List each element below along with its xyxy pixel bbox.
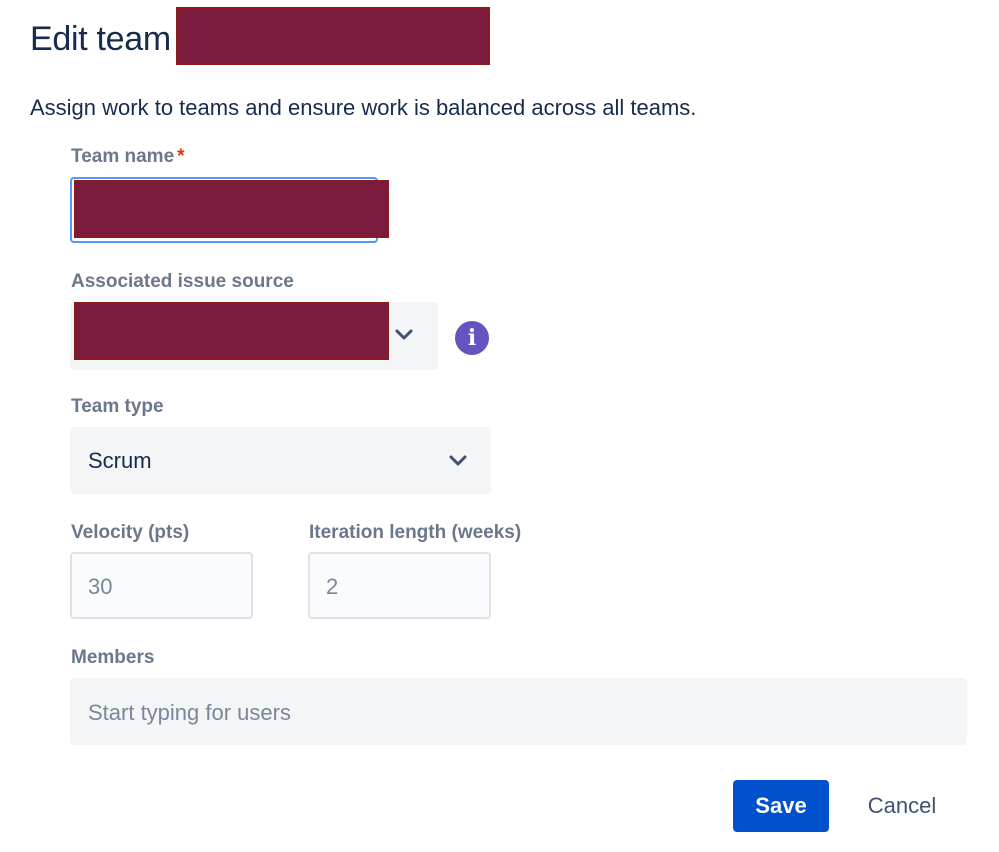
iteration-length-value: 2	[326, 574, 339, 599]
redacted-issue-source-value	[74, 302, 389, 360]
velocity-label: Velocity (pts)	[71, 522, 190, 543]
chevron-down-icon	[394, 328, 414, 342]
members-label: Members	[71, 647, 155, 668]
members-placeholder: Start typing for users	[88, 700, 291, 725]
info-icon[interactable]: i	[455, 321, 489, 355]
team-type-value: Scrum	[88, 448, 152, 473]
save-button[interactable]: Save	[733, 780, 829, 832]
required-marker: *	[177, 146, 185, 167]
redacted-team-name-value	[74, 180, 389, 238]
chevron-down-icon	[448, 454, 468, 468]
cancel-button[interactable]: Cancel	[848, 780, 956, 832]
page-description: Assign work to teams and ensure work is …	[30, 95, 697, 120]
issue-source-label: Associated issue source	[71, 271, 294, 292]
team-type-label: Team type	[71, 396, 164, 417]
page-title: Edit team	[30, 20, 171, 58]
iteration-length-label: Iteration length (weeks)	[309, 522, 522, 543]
team-name-label-text: Team name	[71, 146, 175, 167]
team-name-label: Team name *	[71, 146, 185, 168]
redacted-team-name-in-title	[176, 7, 490, 65]
velocity-value: 30	[88, 574, 113, 599]
